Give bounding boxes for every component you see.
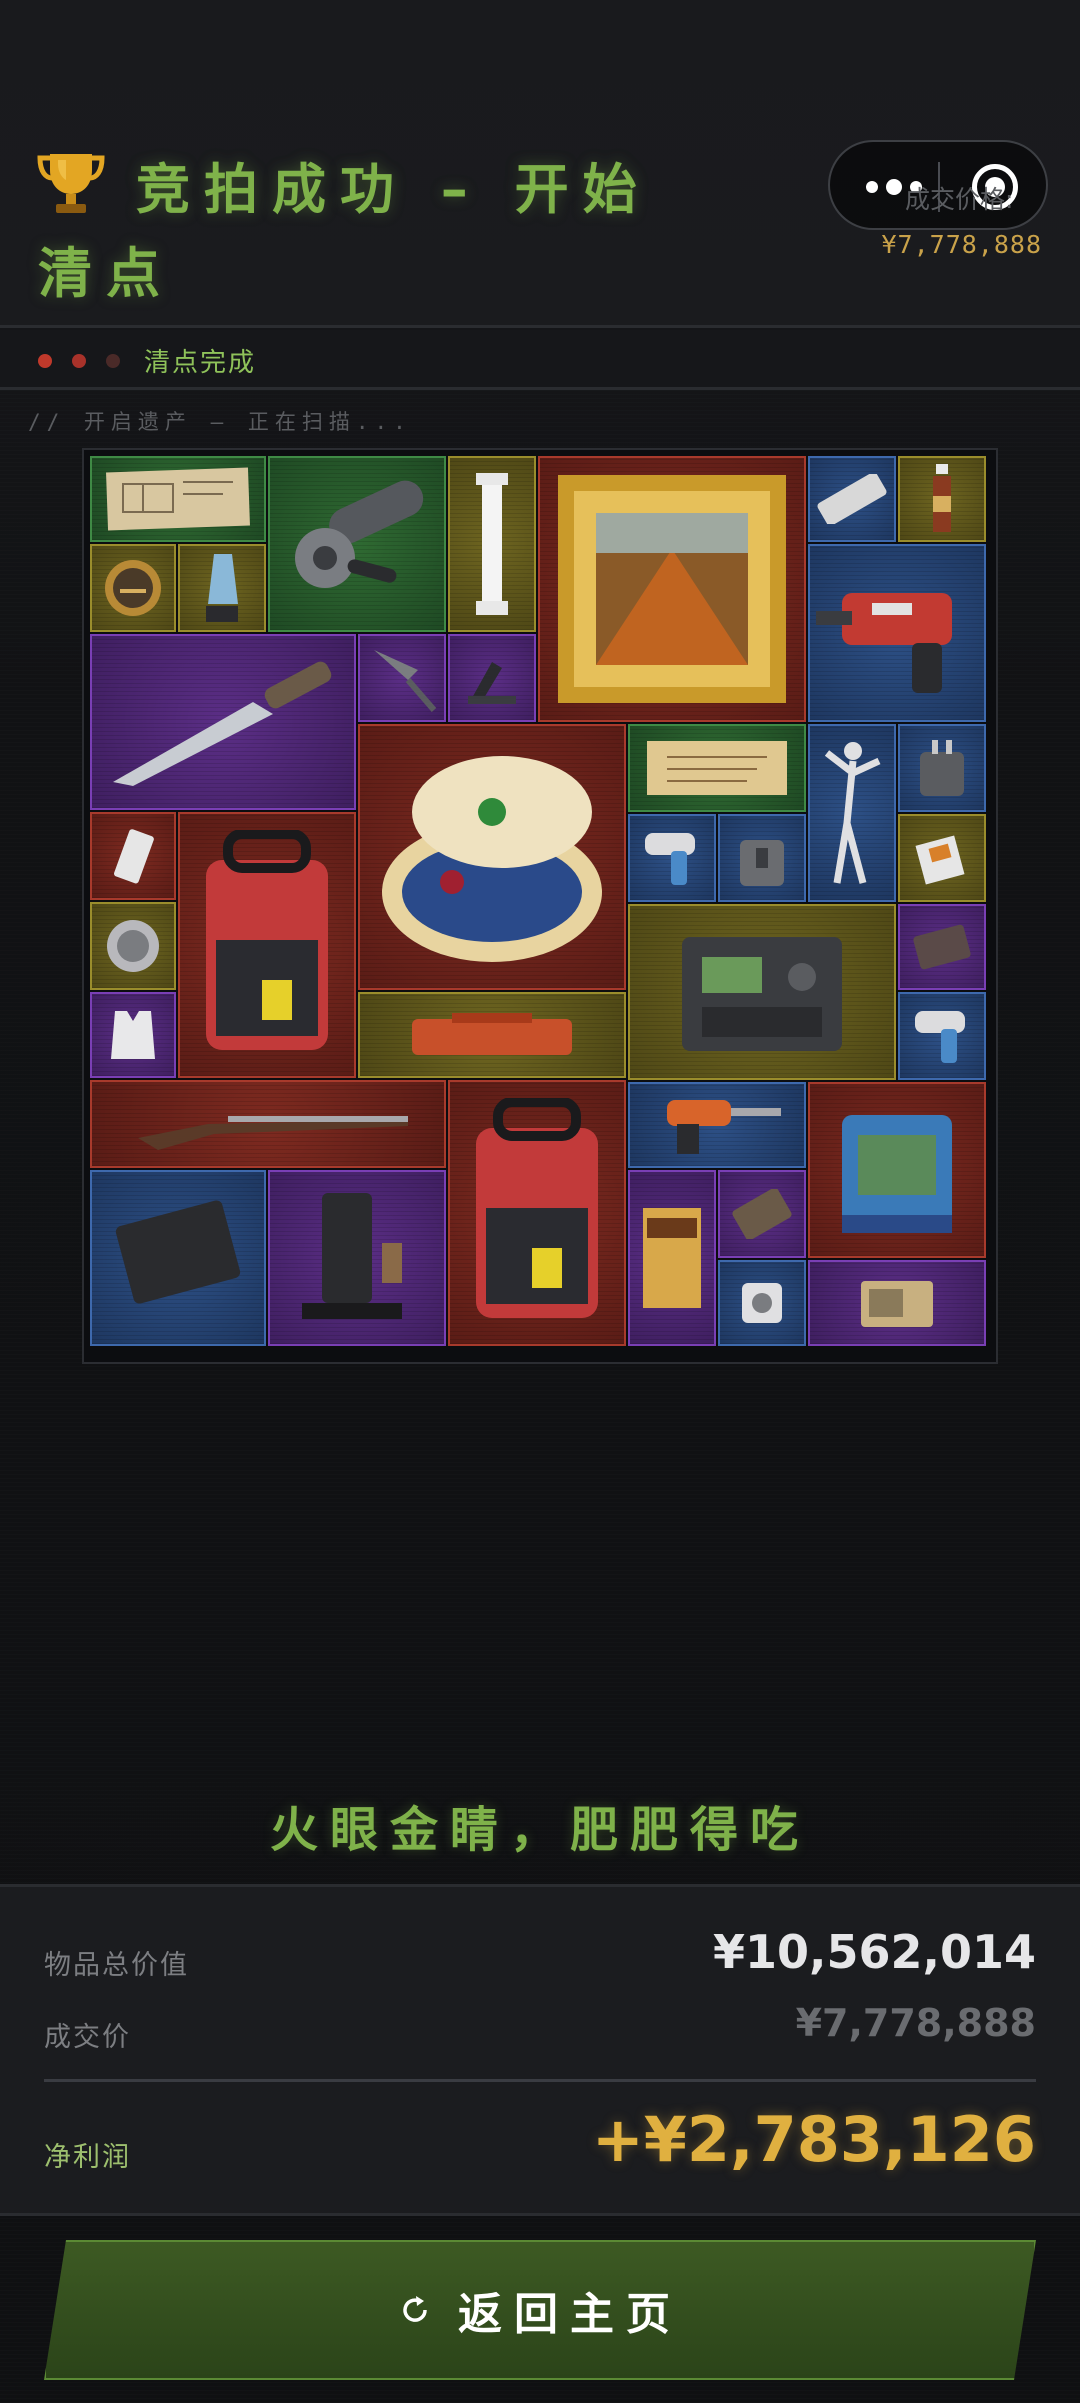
status-bar: 清点完成 [0, 330, 1080, 390]
deal-value: ¥7,778,888 [795, 2001, 1036, 2045]
deal-price-value: ¥7,778,888 [881, 230, 1042, 259]
item-rotary-hammer-drill[interactable] [808, 544, 986, 722]
item-marble-column[interactable] [448, 456, 536, 632]
item-pocket-watch[interactable] [90, 544, 176, 632]
item-travel-adapter[interactable] [718, 814, 806, 902]
item-hard-drive[interactable] [718, 1260, 806, 1346]
item-usb-drive[interactable] [90, 812, 176, 900]
header: 竞拍成功 – 开始清点 成交价格: ¥7,778,888 [0, 0, 1080, 328]
net-profit-value: +¥2,783,126 [591, 2103, 1036, 2176]
deal-label: 成交价 [44, 2022, 131, 2053]
scan-status-text: // 开启遗产 – 正在扫描... [28, 410, 412, 434]
item-ballerina-statue[interactable] [808, 724, 896, 902]
item-crystal-trophy[interactable] [178, 544, 266, 632]
item-tool-case[interactable] [358, 992, 626, 1078]
slogan: 火眼金睛，肥肥得吃 [269, 1802, 810, 1858]
item-field-radio-station[interactable] [628, 904, 896, 1080]
item-power-adapter[interactable] [898, 724, 986, 812]
item-cassette-tape-2[interactable] [718, 1170, 806, 1258]
item-cigarette-pack[interactable] [898, 814, 986, 902]
item-remote-control[interactable] [808, 456, 896, 542]
status-text: 清点完成 [144, 348, 257, 378]
back-home-button-face[interactable]: 返回主页 [44, 2240, 1036, 2380]
item-cordless-drill[interactable] [628, 1082, 806, 1168]
item-blueprint-map[interactable] [90, 456, 266, 542]
item-framed-painting[interactable] [538, 456, 806, 722]
summary-separator [44, 2079, 1036, 2082]
item-thermometer-gun[interactable] [628, 814, 716, 902]
item-black-tide-book[interactable] [628, 1170, 716, 1346]
inventory-grid [82, 448, 998, 1364]
item-vintage-radio[interactable] [808, 1260, 986, 1346]
item-engine-machine[interactable] [808, 1082, 986, 1258]
item-aed-defibrillator-2[interactable] [448, 1080, 626, 1346]
status-dot-1 [38, 354, 52, 368]
summary-panel: 物品总价值 ¥10,562,014 成交价 ¥7,778,888 净利润 +¥2… [0, 1884, 1080, 2216]
refresh-icon [398, 2293, 432, 2327]
item-cassette-tape[interactable] [898, 904, 986, 990]
deal-price-label: 成交价格: [905, 185, 1014, 214]
item-angle-grinder[interactable] [268, 456, 446, 632]
item-combat-knife[interactable] [90, 634, 356, 810]
item-aed-defibrillator[interactable] [178, 812, 356, 1078]
item-drink-bottle[interactable] [898, 456, 986, 542]
item-spearhead[interactable] [358, 634, 446, 722]
net-profit-label: 净利润 [44, 2142, 131, 2173]
item-medal-emblem[interactable] [90, 902, 176, 990]
back-home-button[interactable]: 返回主页 [44, 2240, 1036, 2380]
status-dot-2 [72, 354, 86, 368]
page-title: 竞拍成功 – 开始清点 [38, 158, 651, 305]
item-phone-stand[interactable] [448, 634, 536, 722]
item-body-armor-vest[interactable] [90, 992, 176, 1078]
item-jeweled-egg[interactable] [358, 724, 626, 990]
item-flintlock-musket[interactable] [90, 1080, 446, 1168]
total-value-label: 物品总价值 [44, 1950, 189, 1981]
total-value: ¥10,562,014 [712, 1925, 1036, 1979]
status-dot-3 [106, 354, 120, 368]
item-ir-thermometer[interactable] [898, 992, 986, 1080]
item-old-scroll[interactable] [628, 724, 806, 812]
back-home-label: 返回主页 [458, 2289, 682, 2340]
item-coffee-machine[interactable] [268, 1170, 446, 1346]
item-tablet-device[interactable] [90, 1170, 266, 1346]
